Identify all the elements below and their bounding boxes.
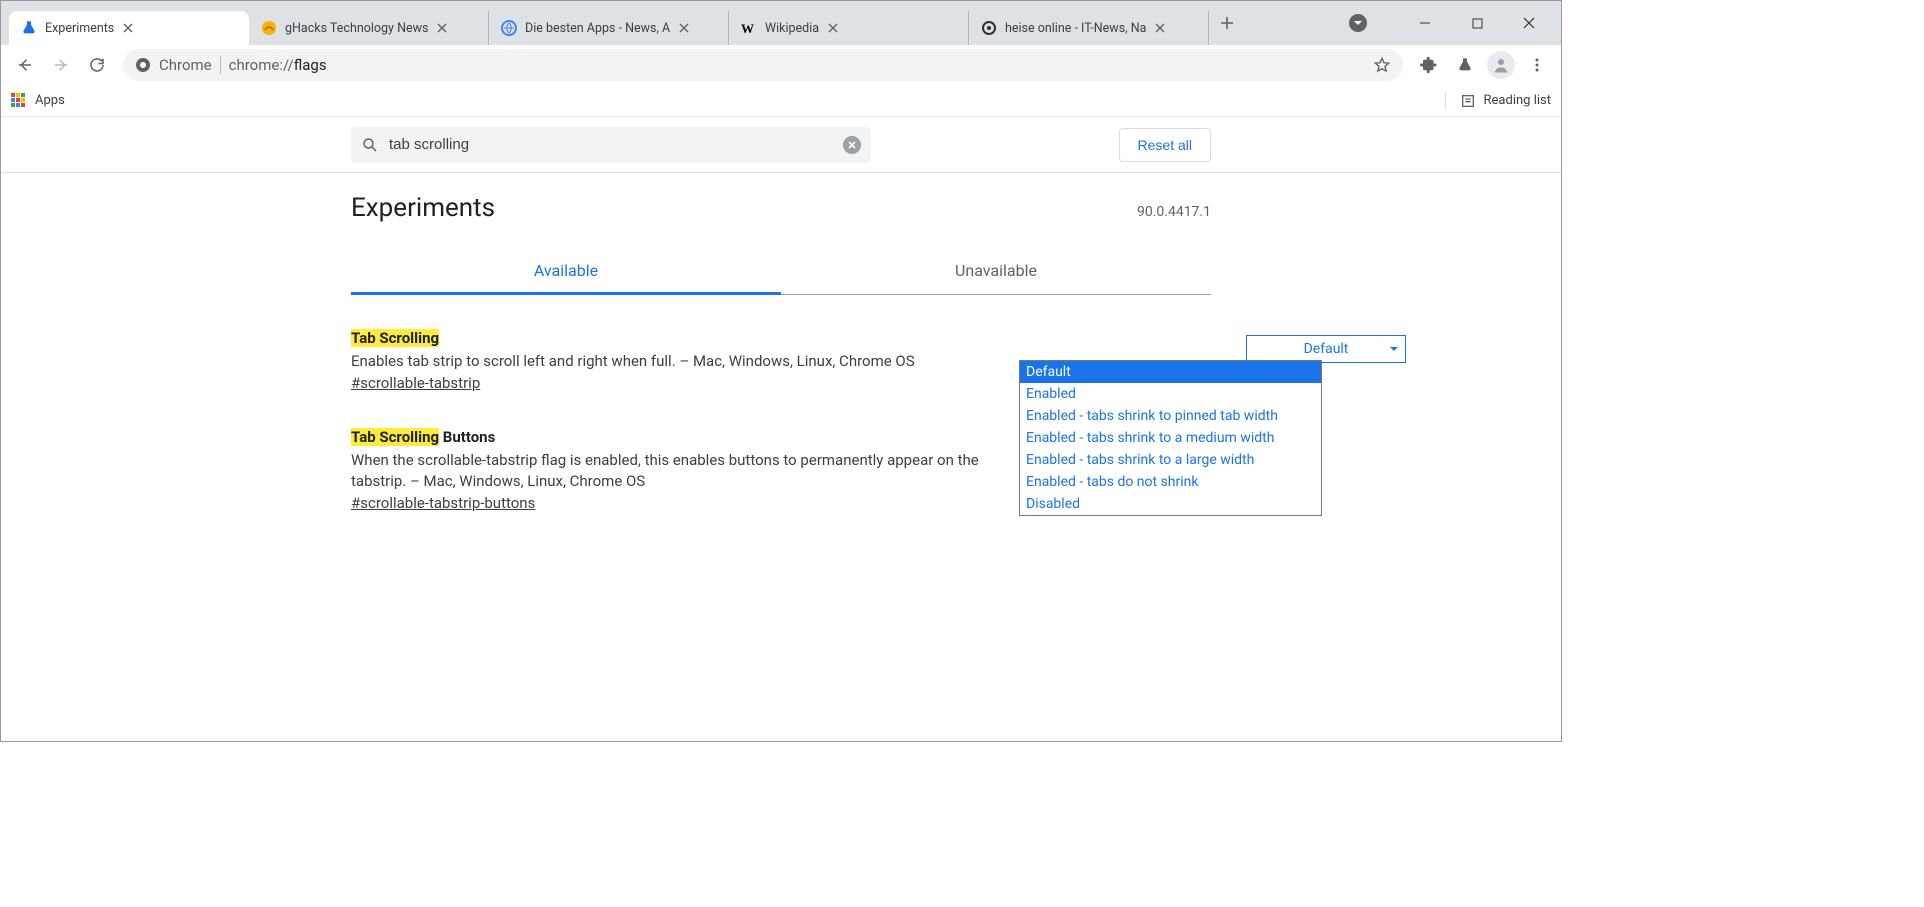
close-window-button[interactable] xyxy=(1515,9,1543,37)
tab-experiments[interactable]: Experiments xyxy=(9,11,249,45)
apps-label[interactable]: Apps xyxy=(35,93,65,108)
flag-hash[interactable]: #scrollable-tabstrip xyxy=(351,374,480,392)
dropdown-option[interactable]: Enabled - tabs do not shrink xyxy=(1020,471,1321,493)
omnibox-url: chrome://flags xyxy=(229,56,327,74)
reading-list-button[interactable]: Reading list xyxy=(1445,93,1551,109)
new-tab-button[interactable] xyxy=(1213,9,1241,37)
chevron-down-icon xyxy=(1389,344,1399,354)
flag-description: When the scrollable-tabstrip flag is ena… xyxy=(351,450,991,492)
dropdown-option[interactable]: Enabled xyxy=(1020,383,1321,405)
apps-icon[interactable] xyxy=(11,93,27,109)
star-icon[interactable] xyxy=(1373,56,1391,74)
flag-select-value: Default xyxy=(1304,341,1349,357)
wikipedia-favicon-icon: W xyxy=(741,20,757,36)
close-icon[interactable] xyxy=(120,20,136,36)
flag-description: Enables tab strip to scroll left and rig… xyxy=(351,351,991,372)
close-icon[interactable] xyxy=(825,20,841,36)
tab-search-icon[interactable] xyxy=(1349,14,1367,32)
flags-search-input[interactable] xyxy=(389,136,833,153)
clear-search-icon[interactable] xyxy=(843,136,861,154)
svg-text:W: W xyxy=(741,21,754,36)
address-bar[interactable]: Chrome chrome://flags xyxy=(123,49,1403,81)
omnibox-prefix: Chrome xyxy=(159,56,212,74)
reset-all-button[interactable]: Reset all xyxy=(1119,128,1211,162)
window-controls xyxy=(1349,1,1561,45)
flag-tab-scrolling: Tab Scrolling Enables tab strip to scrol… xyxy=(351,329,1211,392)
heise-favicon-icon xyxy=(981,20,997,36)
search-icon xyxy=(361,136,379,154)
chrome-icon xyxy=(135,57,151,73)
toolbar: Chrome chrome://flags xyxy=(1,45,1561,85)
dropdown-option[interactable]: Enabled - tabs shrink to a medium width xyxy=(1020,427,1321,449)
flag-hash[interactable]: #scrollable-tabstrip-buttons xyxy=(351,494,535,512)
tab-available[interactable]: Available xyxy=(351,249,781,295)
page-content: Reset all Experiments 90.0.4417.1 Availa… xyxy=(1,117,1561,741)
profile-button[interactable] xyxy=(1485,49,1517,81)
back-button[interactable] xyxy=(9,49,41,81)
flag-title: Tab Scrolling xyxy=(351,329,1211,347)
site-favicon-icon xyxy=(501,20,517,36)
chrome-version: 90.0.4417.1 xyxy=(1137,204,1211,220)
close-icon[interactable] xyxy=(676,20,692,36)
extensions-button[interactable] xyxy=(1413,49,1445,81)
dropdown-option[interactable]: Default xyxy=(1020,361,1321,383)
bookmarks-bar: Apps Reading list xyxy=(1,85,1561,117)
close-icon[interactable] xyxy=(1152,20,1168,36)
tab-title: heise online - IT-News, Na xyxy=(1005,21,1146,36)
labs-button[interactable] xyxy=(1449,49,1481,81)
menu-button[interactable] xyxy=(1521,49,1553,81)
tab-title: Die besten Apps - News, A xyxy=(525,21,670,36)
maximize-button[interactable] xyxy=(1463,9,1491,37)
minimize-button[interactable] xyxy=(1411,9,1439,37)
tab-ghacks[interactable]: gHacks Technology News xyxy=(249,11,489,45)
browser-window: Experiments gHacks Technology News Die b… xyxy=(0,0,1562,742)
flags-search-box[interactable] xyxy=(351,127,871,163)
tab-title: Wikipedia xyxy=(765,21,819,36)
flag-select-dropdown: Default Enabled Enabled - tabs shrink to… xyxy=(1019,360,1322,516)
tab-apps[interactable]: Die besten Apps - News, A xyxy=(489,11,729,45)
dropdown-option[interactable]: Enabled - tabs shrink to pinned tab widt… xyxy=(1020,405,1321,427)
tab-title: Experiments xyxy=(45,21,114,36)
search-row: Reset all xyxy=(1,117,1561,173)
ghacks-favicon-icon xyxy=(261,20,277,36)
forward-button[interactable] xyxy=(45,49,77,81)
tab-wikipedia[interactable]: W Wikipedia xyxy=(729,11,969,45)
tab-strip: Experiments gHacks Technology News Die b… xyxy=(1,1,1561,45)
tab-unavailable[interactable]: Unavailable xyxy=(781,249,1211,294)
reading-list-label: Reading list xyxy=(1484,93,1551,108)
dropdown-option[interactable]: Disabled xyxy=(1020,493,1321,515)
flask-icon xyxy=(21,20,37,36)
tab-heise[interactable]: heise online - IT-News, Na xyxy=(969,11,1209,45)
dropdown-option[interactable]: Enabled - tabs shrink to a large width xyxy=(1020,449,1321,471)
flag-select[interactable]: Default xyxy=(1246,335,1406,363)
omnibox-divider xyxy=(220,56,221,74)
close-icon[interactable] xyxy=(434,20,450,36)
avatar-icon xyxy=(1487,51,1515,79)
tab-title: gHacks Technology News xyxy=(285,21,428,36)
page-title: Experiments xyxy=(351,193,495,223)
flags-tabs: Available Unavailable xyxy=(351,249,1211,295)
reload-button[interactable] xyxy=(81,49,113,81)
